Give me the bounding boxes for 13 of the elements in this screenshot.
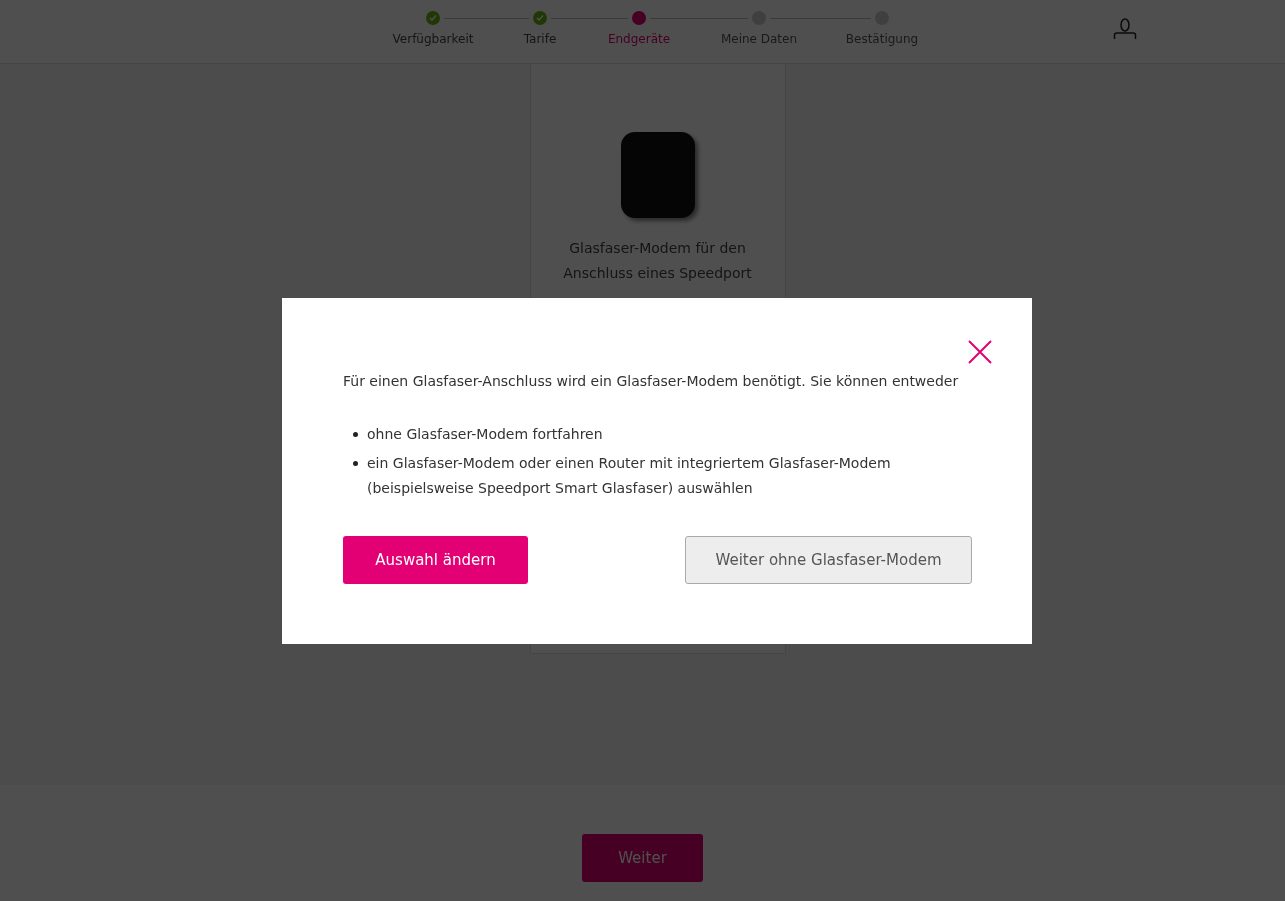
continue-button[interactable]: Weiter ohne Glasfaser-Modem <box>685 536 972 584</box>
step-label: Tarife <box>522 32 558 46</box>
user-icon[interactable] <box>1113 18 1137 40</box>
step-label: Endgeräte <box>606 32 672 46</box>
product-description: Glasfaser-Modem für den Anschluss eines Speedport <box>562 239 753 283</box>
dialog-message: Für einen Glasfaser-Anschluss wird ein Glasfaser-Modem benötigt. Sie können entweder <box>343 373 960 389</box>
step-label: Verfügbarkeit <box>391 32 475 46</box>
close-icon[interactable] <box>968 340 992 364</box>
bullet-icon <box>353 461 358 466</box>
option-text: ohne Glasfaser-Modem fortfahren <box>367 425 603 444</box>
change-selection-button[interactable]: Auswahl ändern <box>343 536 528 584</box>
option-text: ein Glasfaser-Modem oder einen Router mit integriertem Glasfaser-Modem (beispielsweise Speedport Smart Glasfaser) auswählen <box>367 454 892 498</box>
bullet-icon <box>353 432 358 437</box>
